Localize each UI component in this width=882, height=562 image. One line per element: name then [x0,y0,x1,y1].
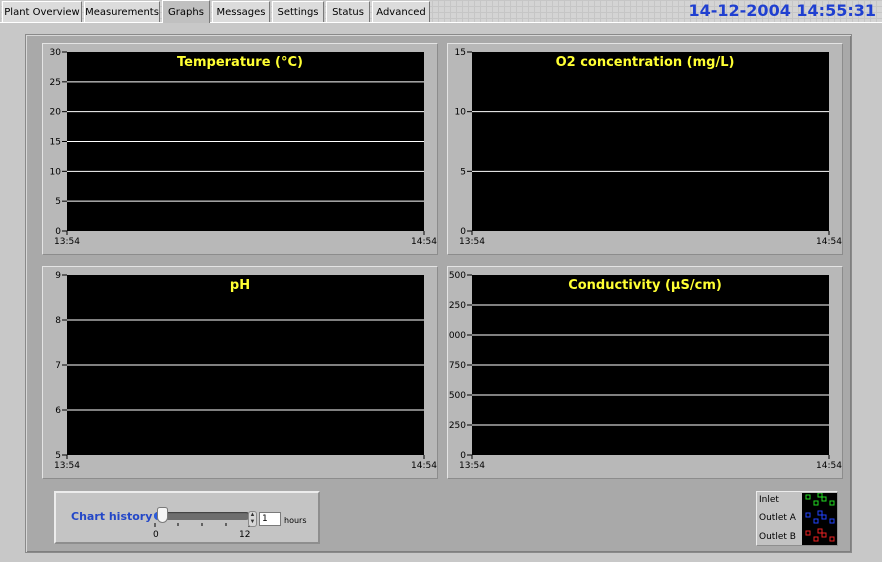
legend-marker [821,496,827,502]
tab-advanced[interactable]: Advanced [372,1,430,22]
y-tick-label: 750 [449,361,466,371]
y-tick-label: 15 [455,48,466,58]
legend-swatches [802,493,837,545]
x-tick-label: 14:54 [411,237,437,247]
legend-label-inlet: Inlet [759,495,779,505]
y-tick-label: 15 [50,138,61,148]
datetime-display: 14-12-2004 14:55:31 [688,1,876,20]
slider-ticks [154,523,250,527]
chart-history-label: Chart history [71,510,153,523]
chart-history-slider[interactable] [154,512,250,520]
history-hours-input[interactable]: 1 [259,512,281,526]
chart-svg: 15 10 5 013:54 14:54 [455,48,842,247]
x-tick-label: 13:54 [54,237,80,247]
legend-marker [821,532,827,538]
slider-max-label: 12 [239,530,251,540]
ph-chart: 9 8 7 6 5 13:54 14:54 pH [42,266,438,479]
legend-marker [805,530,811,536]
y-tick-label: 0 [55,227,61,237]
history-unit-label: hours [284,516,307,525]
increment-arrow-icon[interactable]: ▲ [249,512,256,519]
y-tick-label: 0 [460,451,466,461]
x-tick-label: 14:54 [816,237,842,247]
y-tick-label: 5 [55,197,61,207]
legend-marker [813,518,819,524]
increment-decrement-stepper[interactable]: ▲ ▼ [248,511,257,527]
y-tick-label: 500 [449,391,466,401]
legend-marker [817,493,823,498]
legend-label-outlet-b: Outlet B [759,532,796,542]
legend-marker [805,494,811,500]
tab-plant-overview[interactable]: Plant Overview [2,1,82,22]
y-tick-label: 250 [449,421,466,431]
tab-status[interactable]: Status [326,1,370,22]
tab-graphs[interactable]: Graphs [162,0,210,23]
legend-label-outlet-a: Outlet A [759,513,796,523]
chart-history-control: Chart history 0 12 ▲ ▼ 1 hours [54,491,320,544]
legend-marker [829,536,835,542]
y-tick-label: 1500 [448,271,466,281]
y-tick-label: 25 [50,78,61,88]
slider-min-label: 0 [153,530,159,540]
conductivity-chart: 150012501000750500250013:5414:54 Conduct… [447,266,843,479]
chart-svg: 1500 1250 1000 750 500 250 013:54 14:54 [448,271,842,471]
slider-thumb[interactable] [157,507,168,523]
x-tick-label: 13:54 [54,461,80,471]
y-tick-label: 1250 [448,301,466,311]
x-tick-label: 14:54 [816,461,842,471]
tab-measurements[interactable]: Measurements [84,1,160,22]
y-tick-label: 30 [50,48,62,58]
decrement-arrow-icon[interactable]: ▼ [249,519,256,526]
y-tick-label: 5 [460,167,466,177]
tab-settings[interactable]: Settings [272,1,324,22]
plot-area [472,52,829,231]
y-tick-label: 0 [460,227,466,237]
legend-marker [813,536,819,542]
legend-marker [829,518,835,524]
chart-svg: 30 25 20 15 10 5 013:54 14:54 [50,48,437,247]
y-tick-label: 10 [50,167,62,177]
legend-marker [829,500,835,506]
x-tick-label: 14:54 [411,461,437,471]
x-tick-label: 13:54 [459,461,485,471]
legend-marker [813,500,819,506]
y-tick-label: 1000 [448,331,466,341]
y-tick-label: 7 [55,361,61,371]
tab-strip: Plant Overview Measurements Graphs Messa… [0,0,882,23]
y-tick-label: 5 [55,451,61,461]
y-tick-label: 10 [455,108,467,118]
legend: Inlet Outlet A Outlet B [756,491,838,546]
legend-marker [821,514,827,520]
legend-marker [817,510,823,516]
tab-messages[interactable]: Messages [212,1,270,22]
y-tick-label: 9 [55,271,61,281]
y-tick-label: 8 [55,316,61,326]
y-tick-label: 6 [55,406,61,416]
x-tick-label: 13:54 [459,237,485,247]
y-tick-label: 20 [50,108,62,118]
chart-svg: 9 8 7 6 513:54 14:54 [54,271,437,471]
temperature-chart: 30 25 20 15 10 5 0 13:54 14:54 Temperature (°C) [42,43,438,255]
legend-marker [817,528,823,534]
o2-concentration-chart: 15 10 5 0 13:54 14:54 O2 concentration (mg/L) [447,43,843,255]
legend-marker [805,512,811,518]
